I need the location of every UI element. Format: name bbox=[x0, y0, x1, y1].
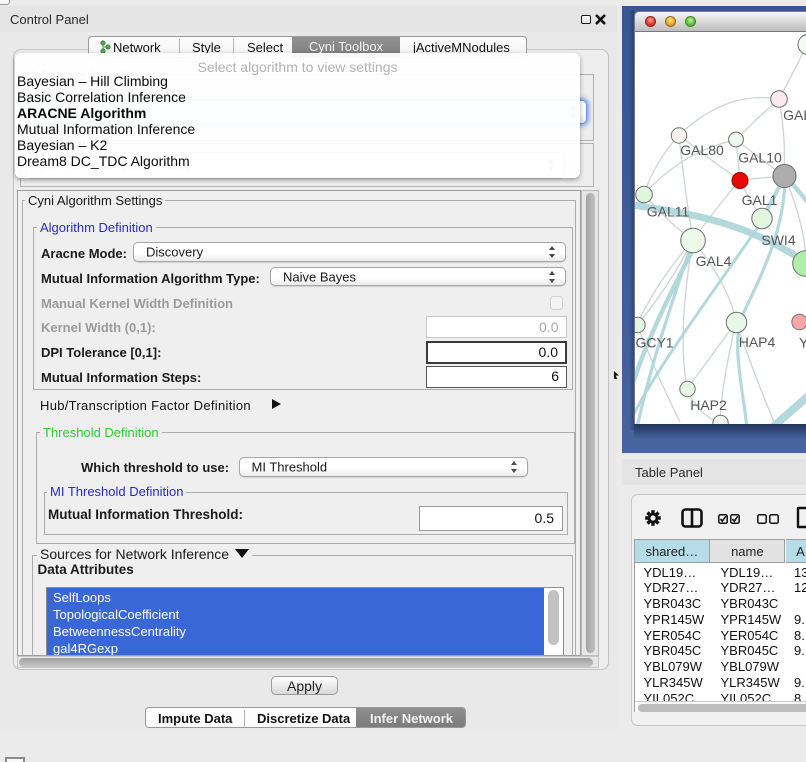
svg-text:GAL11: GAL11 bbox=[647, 203, 690, 219]
svg-text:GAL10: GAL10 bbox=[738, 149, 782, 165]
svg-text:GAL1: GAL1 bbox=[742, 192, 778, 208]
svg-text:GAL2: GAL2 bbox=[783, 107, 806, 123]
svg-text:GAL80: GAL80 bbox=[680, 142, 724, 158]
svg-text:SWI4: SWI4 bbox=[761, 232, 795, 248]
svg-text:HAP2: HAP2 bbox=[690, 397, 727, 413]
svg-text:YM: YM bbox=[799, 334, 806, 350]
svg-text:GCY1: GCY1 bbox=[635, 334, 673, 350]
svg-text:GAL4: GAL4 bbox=[696, 253, 732, 269]
svg-text:HAP4: HAP4 bbox=[739, 334, 776, 350]
